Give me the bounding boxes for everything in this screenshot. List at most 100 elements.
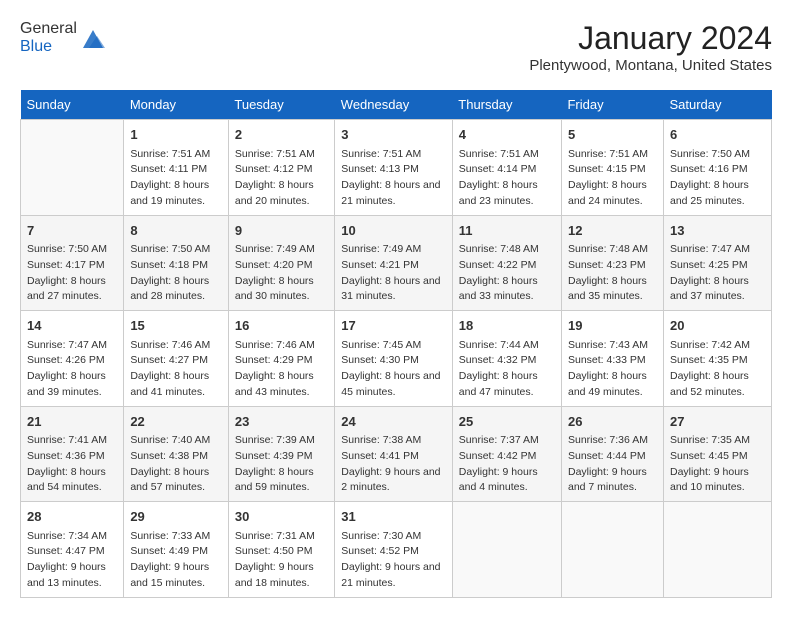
day-number: 28 (27, 507, 117, 527)
weekday-header: Tuesday (228, 90, 334, 120)
location-title: Plentywood, Montana, United States (529, 57, 772, 74)
weekday-header: Monday (124, 90, 229, 120)
title-section: January 2024 Plentywood, Montana, United… (529, 20, 772, 74)
weekday-header: Saturday (663, 90, 771, 120)
calendar-day-cell: 17Sunrise: 7:45 AMSunset: 4:30 PMDayligh… (335, 311, 453, 407)
day-info: Sunrise: 7:51 AMSunset: 4:15 PMDaylight:… (568, 147, 657, 210)
day-info: Sunrise: 7:44 AMSunset: 4:32 PMDaylight:… (459, 338, 555, 401)
calendar-day-cell (21, 120, 124, 216)
day-number: 21 (27, 412, 117, 432)
calendar-week-row: 7Sunrise: 7:50 AMSunset: 4:17 PMDaylight… (21, 215, 772, 311)
calendar-day-cell: 8Sunrise: 7:50 AMSunset: 4:18 PMDaylight… (124, 215, 229, 311)
day-info: Sunrise: 7:50 AMSunset: 4:17 PMDaylight:… (27, 242, 117, 305)
day-info: Sunrise: 7:47 AMSunset: 4:26 PMDaylight:… (27, 338, 117, 401)
day-number: 15 (130, 316, 222, 336)
day-number: 20 (670, 316, 765, 336)
calendar-day-cell: 29Sunrise: 7:33 AMSunset: 4:49 PMDayligh… (124, 502, 229, 598)
calendar-body: 1Sunrise: 7:51 AMSunset: 4:11 PMDaylight… (21, 120, 772, 598)
day-info: Sunrise: 7:47 AMSunset: 4:25 PMDaylight:… (670, 242, 765, 305)
calendar-day-cell: 5Sunrise: 7:51 AMSunset: 4:15 PMDaylight… (561, 120, 663, 216)
calendar-day-cell: 23Sunrise: 7:39 AMSunset: 4:39 PMDayligh… (228, 406, 334, 502)
day-number: 19 (568, 316, 657, 336)
calendar-day-cell (452, 502, 561, 598)
calendar-day-cell: 20Sunrise: 7:42 AMSunset: 4:35 PMDayligh… (663, 311, 771, 407)
day-info: Sunrise: 7:33 AMSunset: 4:49 PMDaylight:… (130, 529, 222, 592)
calendar-day-cell: 30Sunrise: 7:31 AMSunset: 4:50 PMDayligh… (228, 502, 334, 598)
day-info: Sunrise: 7:36 AMSunset: 4:44 PMDaylight:… (568, 433, 657, 496)
calendar-day-cell: 14Sunrise: 7:47 AMSunset: 4:26 PMDayligh… (21, 311, 124, 407)
day-number: 30 (235, 507, 328, 527)
day-info: Sunrise: 7:31 AMSunset: 4:50 PMDaylight:… (235, 529, 328, 592)
day-number: 16 (235, 316, 328, 336)
day-number: 6 (670, 125, 765, 145)
day-info: Sunrise: 7:43 AMSunset: 4:33 PMDaylight:… (568, 338, 657, 401)
day-info: Sunrise: 7:46 AMSunset: 4:29 PMDaylight:… (235, 338, 328, 401)
calendar-day-cell: 12Sunrise: 7:48 AMSunset: 4:23 PMDayligh… (561, 215, 663, 311)
day-info: Sunrise: 7:40 AMSunset: 4:38 PMDaylight:… (130, 433, 222, 496)
day-number: 14 (27, 316, 117, 336)
day-info: Sunrise: 7:42 AMSunset: 4:35 PMDaylight:… (670, 338, 765, 401)
day-info: Sunrise: 7:49 AMSunset: 4:21 PMDaylight:… (341, 242, 446, 305)
calendar-day-cell: 11Sunrise: 7:48 AMSunset: 4:22 PMDayligh… (452, 215, 561, 311)
calendar-day-cell: 18Sunrise: 7:44 AMSunset: 4:32 PMDayligh… (452, 311, 561, 407)
weekday-header: Wednesday (335, 90, 453, 120)
calendar-day-cell: 13Sunrise: 7:47 AMSunset: 4:25 PMDayligh… (663, 215, 771, 311)
logo-general: General (20, 20, 77, 38)
day-number: 12 (568, 221, 657, 241)
day-number: 11 (459, 221, 555, 241)
calendar-day-cell: 16Sunrise: 7:46 AMSunset: 4:29 PMDayligh… (228, 311, 334, 407)
day-info: Sunrise: 7:50 AMSunset: 4:18 PMDaylight:… (130, 242, 222, 305)
day-number: 4 (459, 125, 555, 145)
day-info: Sunrise: 7:38 AMSunset: 4:41 PMDaylight:… (341, 433, 446, 496)
calendar-day-cell: 27Sunrise: 7:35 AMSunset: 4:45 PMDayligh… (663, 406, 771, 502)
month-title: January 2024 (529, 20, 772, 57)
calendar-day-cell: 6Sunrise: 7:50 AMSunset: 4:16 PMDaylight… (663, 120, 771, 216)
day-info: Sunrise: 7:46 AMSunset: 4:27 PMDaylight:… (130, 338, 222, 401)
day-number: 8 (130, 221, 222, 241)
day-info: Sunrise: 7:37 AMSunset: 4:42 PMDaylight:… (459, 433, 555, 496)
day-number: 22 (130, 412, 222, 432)
calendar-day-cell: 15Sunrise: 7:46 AMSunset: 4:27 PMDayligh… (124, 311, 229, 407)
calendar-day-cell: 1Sunrise: 7:51 AMSunset: 4:11 PMDaylight… (124, 120, 229, 216)
calendar-day-cell: 28Sunrise: 7:34 AMSunset: 4:47 PMDayligh… (21, 502, 124, 598)
day-info: Sunrise: 7:41 AMSunset: 4:36 PMDaylight:… (27, 433, 117, 496)
calendar-day-cell: 10Sunrise: 7:49 AMSunset: 4:21 PMDayligh… (335, 215, 453, 311)
weekday-header: Sunday (21, 90, 124, 120)
day-number: 13 (670, 221, 765, 241)
day-number: 5 (568, 125, 657, 145)
calendar-day-cell: 25Sunrise: 7:37 AMSunset: 4:42 PMDayligh… (452, 406, 561, 502)
calendar-day-cell: 31Sunrise: 7:30 AMSunset: 4:52 PMDayligh… (335, 502, 453, 598)
day-info: Sunrise: 7:30 AMSunset: 4:52 PMDaylight:… (341, 529, 446, 592)
day-number: 23 (235, 412, 328, 432)
calendar-header: SundayMondayTuesdayWednesdayThursdayFrid… (21, 90, 772, 120)
calendar-day-cell: 9Sunrise: 7:49 AMSunset: 4:20 PMDaylight… (228, 215, 334, 311)
day-info: Sunrise: 7:51 AMSunset: 4:13 PMDaylight:… (341, 147, 446, 210)
day-number: 29 (130, 507, 222, 527)
calendar-table: SundayMondayTuesdayWednesdayThursdayFrid… (20, 90, 772, 598)
weekday-header: Thursday (452, 90, 561, 120)
calendar-week-row: 14Sunrise: 7:47 AMSunset: 4:26 PMDayligh… (21, 311, 772, 407)
day-number: 1 (130, 125, 222, 145)
day-info: Sunrise: 7:48 AMSunset: 4:23 PMDaylight:… (568, 242, 657, 305)
calendar-week-row: 21Sunrise: 7:41 AMSunset: 4:36 PMDayligh… (21, 406, 772, 502)
calendar-day-cell: 4Sunrise: 7:51 AMSunset: 4:14 PMDaylight… (452, 120, 561, 216)
day-number: 27 (670, 412, 765, 432)
day-number: 9 (235, 221, 328, 241)
calendar-week-row: 1Sunrise: 7:51 AMSunset: 4:11 PMDaylight… (21, 120, 772, 216)
logo: General Blue (20, 20, 107, 56)
day-number: 24 (341, 412, 446, 432)
calendar-day-cell: 21Sunrise: 7:41 AMSunset: 4:36 PMDayligh… (21, 406, 124, 502)
day-info: Sunrise: 7:48 AMSunset: 4:22 PMDaylight:… (459, 242, 555, 305)
calendar-day-cell: 22Sunrise: 7:40 AMSunset: 4:38 PMDayligh… (124, 406, 229, 502)
day-number: 3 (341, 125, 446, 145)
logo-blue: Blue (20, 38, 77, 56)
day-info: Sunrise: 7:39 AMSunset: 4:39 PMDaylight:… (235, 433, 328, 496)
day-number: 31 (341, 507, 446, 527)
day-number: 2 (235, 125, 328, 145)
day-info: Sunrise: 7:35 AMSunset: 4:45 PMDaylight:… (670, 433, 765, 496)
weekday-header: Friday (561, 90, 663, 120)
day-number: 17 (341, 316, 446, 336)
calendar-day-cell (561, 502, 663, 598)
day-info: Sunrise: 7:34 AMSunset: 4:47 PMDaylight:… (27, 529, 117, 592)
day-number: 25 (459, 412, 555, 432)
